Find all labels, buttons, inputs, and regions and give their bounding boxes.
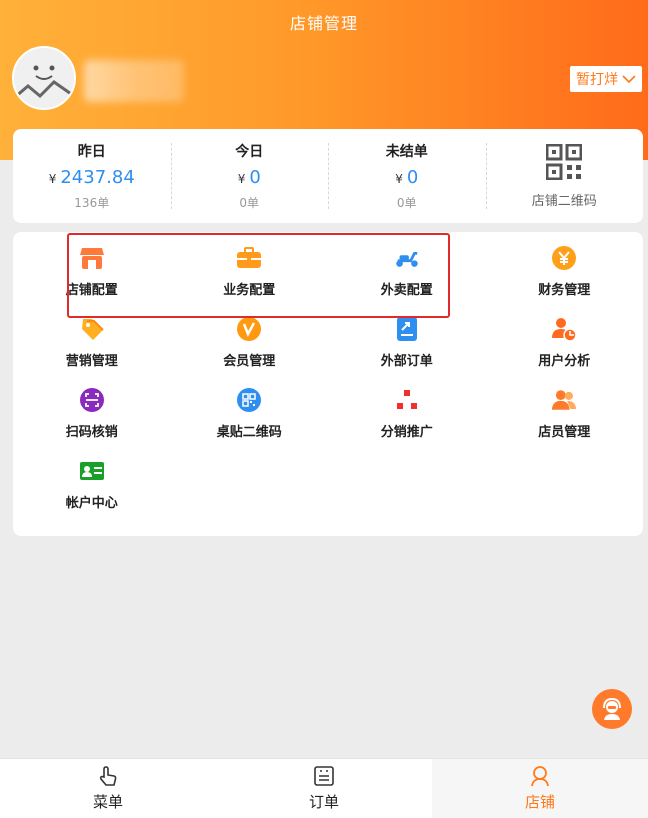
briefcase-icon xyxy=(236,245,262,271)
staff-icon xyxy=(551,387,577,413)
menu-item-label: 业务配置 xyxy=(223,283,276,298)
qr-label: 店铺二维码 xyxy=(531,193,597,209)
chevron-down-icon xyxy=(622,75,636,84)
menu-item-label: 扫码核销 xyxy=(65,425,118,440)
tab-store[interactable]: 店铺 xyxy=(432,759,648,818)
menu-item-label: 用户分析 xyxy=(538,354,591,369)
store-status-label: 暂打烊 xyxy=(576,72,618,88)
menu-item-label: 帐户中心 xyxy=(65,496,118,511)
customer-service-icon xyxy=(603,697,621,720)
menu-item-marketing[interactable]: 营销管理 xyxy=(13,307,171,378)
user-chart-icon xyxy=(551,316,577,342)
stat-yesterday[interactable]: 昨日 ¥2437.84 136单 xyxy=(13,129,171,223)
menu-item-label: 分销推广 xyxy=(380,425,433,440)
tab-label: 店铺 xyxy=(524,793,555,811)
hand-pointer-icon xyxy=(99,766,117,786)
menu-item-label: 店员管理 xyxy=(538,425,591,440)
tag-icon xyxy=(79,316,105,342)
menu-item-label: 桌贴二维码 xyxy=(216,425,282,440)
menu-item-external-order[interactable]: 外部订单 xyxy=(328,307,486,378)
stat-orders: 0单 xyxy=(396,196,417,210)
menu-item-table-qr[interactable]: 桌贴二维码 xyxy=(171,378,329,449)
menu-item-delivery-config[interactable]: 外卖配置 xyxy=(328,236,486,307)
vip-icon xyxy=(236,316,262,342)
scan-icon xyxy=(79,387,105,413)
menu-item-staff[interactable]: 店员管理 xyxy=(486,378,644,449)
qr-code-icon xyxy=(546,143,583,180)
table-qr-icon xyxy=(236,387,262,413)
page-title: 店铺管理 xyxy=(289,14,358,33)
stat-value: ¥0 xyxy=(395,167,419,188)
smiley-avatar-icon xyxy=(14,48,74,108)
stat-value: ¥2437.84 xyxy=(48,167,135,188)
stat-label: 未结单 xyxy=(385,144,428,160)
yen-coin-icon xyxy=(551,245,577,271)
menu-grid-card: 店铺配置 业务配置 外卖配置 财务管理 营销管理 会员管理 外部订单 用户分析 … xyxy=(13,232,643,536)
menu-item-label: 外卖配置 xyxy=(380,283,433,298)
stat-label: 今日 xyxy=(235,144,264,160)
store-qr-button[interactable]: 店铺二维码 xyxy=(485,129,644,223)
order-list-icon xyxy=(314,766,334,786)
menu-item-label: 外部订单 xyxy=(380,354,433,369)
stat-unsettled[interactable]: 未结单 ¥0 0单 xyxy=(328,129,486,223)
menu-item-label: 营销管理 xyxy=(65,354,118,369)
menu-item-business-config[interactable]: 业务配置 xyxy=(171,236,329,307)
distribution-icon xyxy=(394,387,420,413)
tab-label: 订单 xyxy=(308,793,339,811)
menu-grid: 店铺配置 业务配置 外卖配置 财务管理 营销管理 会员管理 外部订单 用户分析 … xyxy=(13,236,643,520)
scooter-icon xyxy=(394,245,420,271)
customer-service-button[interactable] xyxy=(592,689,632,729)
tab-label: 菜单 xyxy=(92,793,123,811)
bottom-tabbar: 菜单 订单 店铺 xyxy=(0,758,648,818)
user-outline-icon xyxy=(531,766,549,787)
menu-item-label: 财务管理 xyxy=(538,283,591,298)
store-icon xyxy=(79,245,105,271)
external-order-icon xyxy=(394,316,420,342)
stats-card: 昨日 ¥2437.84 136单 今日 ¥0 0单 未结单 ¥0 0单 店铺二维… xyxy=(13,129,643,223)
stat-today[interactable]: 今日 ¥0 0单 xyxy=(170,129,329,223)
menu-item-label: 会员管理 xyxy=(223,354,276,369)
stat-label: 昨日 xyxy=(77,144,106,160)
stat-orders: 136单 xyxy=(74,196,110,210)
tab-orders[interactable]: 订单 xyxy=(216,759,432,818)
account-card-icon xyxy=(79,458,105,484)
tab-menu[interactable]: 菜单 xyxy=(0,759,216,818)
menu-item-user-analysis[interactable]: 用户分析 xyxy=(486,307,644,378)
menu-item-member[interactable]: 会员管理 xyxy=(171,307,329,378)
avatar[interactable] xyxy=(12,46,76,110)
menu-item-distribution[interactable]: 分销推广 xyxy=(328,378,486,449)
store-name-blurred xyxy=(84,60,184,102)
store-status-dropdown[interactable]: 暂打烊 xyxy=(570,66,642,92)
menu-item-account[interactable]: 帐户中心 xyxy=(13,449,171,520)
stat-orders: 0单 xyxy=(239,196,260,210)
menu-item-label: 店铺配置 xyxy=(65,283,118,298)
menu-item-finance[interactable]: 财务管理 xyxy=(486,236,644,307)
menu-item-store-config[interactable]: 店铺配置 xyxy=(13,236,171,307)
menu-item-scan-verify[interactable]: 扫码核销 xyxy=(13,378,171,449)
stat-value: ¥0 xyxy=(237,167,261,188)
